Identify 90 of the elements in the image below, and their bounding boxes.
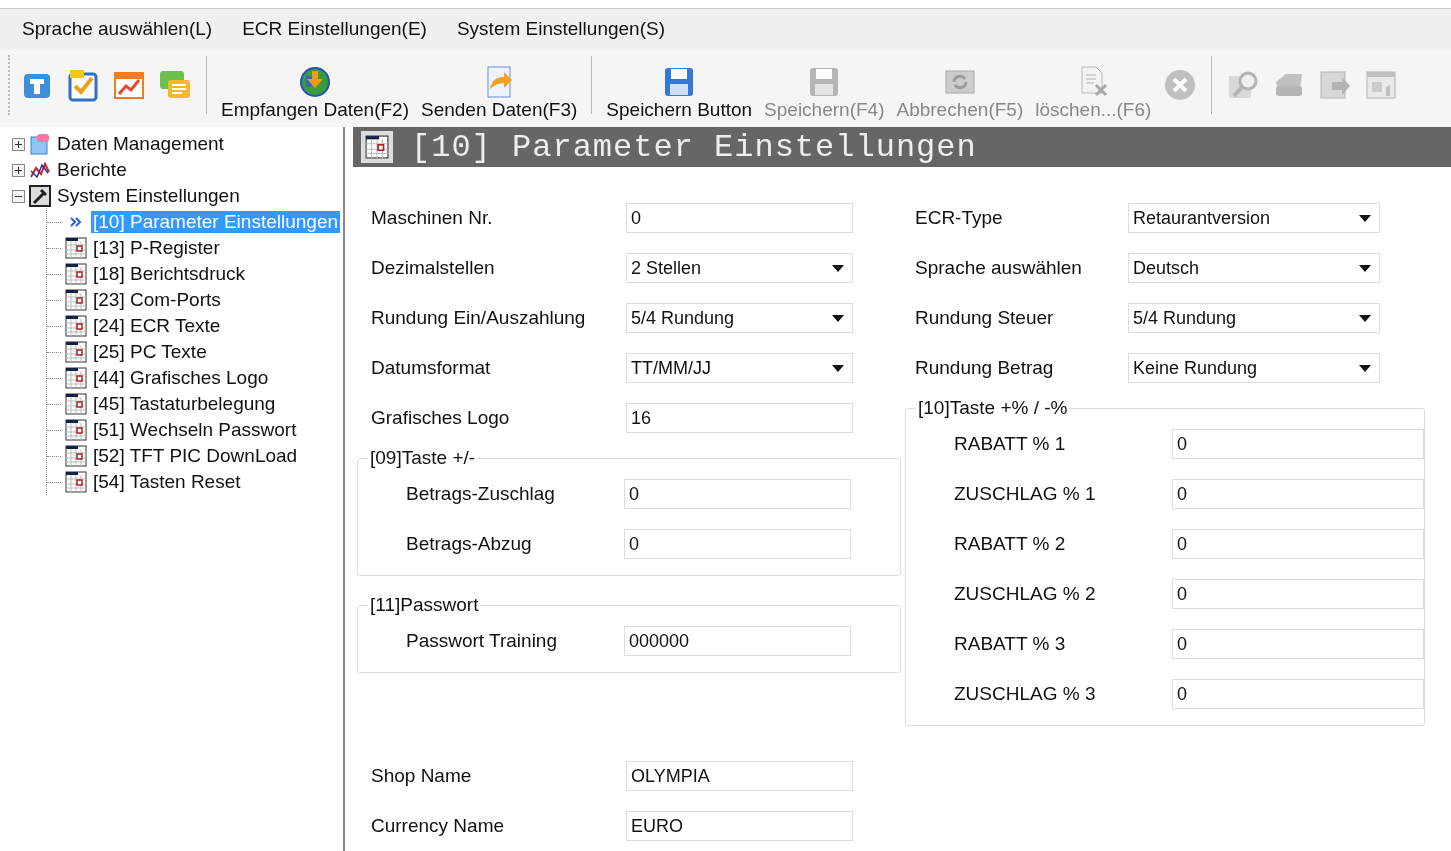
- dropdown[interactable]: 5/4 Rundung: [626, 303, 853, 333]
- caret-icon: [832, 264, 844, 272]
- input-field[interactable]: 000000: [624, 626, 851, 656]
- field-label: Sprache auswählen: [915, 257, 1083, 279]
- toolbar-button[interactable]: Senden Daten(F3): [417, 65, 582, 121]
- input-field[interactable]: EURO: [626, 811, 853, 841]
- group-title: [09]Taste +/-: [369, 447, 477, 469]
- field-label: Rundung Steuer: [915, 307, 1055, 329]
- field-label: Rundung Betrag: [915, 357, 1055, 379]
- tools-icon: [29, 185, 51, 207]
- caret-icon: [1359, 214, 1371, 222]
- toolbar-button[interactable]: Empfangen Daten(F2): [217, 65, 413, 121]
- tree-item[interactable]: [51] Wechseln Passwort: [91, 419, 299, 441]
- checklist-icon: [66, 68, 100, 102]
- group-title: [11]Passwort: [369, 594, 480, 616]
- tree-item[interactable]: System Einstellungen: [55, 185, 242, 207]
- tree-item[interactable]: [54] Tasten Reset: [91, 471, 243, 493]
- form-icon: [65, 393, 87, 415]
- tree-item[interactable]: [25] PC Texte: [91, 341, 209, 363]
- field-label: ZUSCHLAG % 1: [954, 483, 1097, 505]
- group-title: [10]Taste +% / -%: [917, 397, 1069, 419]
- input-field[interactable]: 0: [1172, 529, 1424, 559]
- input-field[interactable]: 0: [1172, 579, 1424, 609]
- tree-item[interactable]: [23] Com-Ports: [91, 289, 223, 311]
- close-circle-icon: [1163, 68, 1198, 102]
- tree-item[interactable]: Berichte: [55, 159, 129, 181]
- field-label: ECR-Type: [915, 207, 1004, 229]
- field-label: Maschinen Nr.: [371, 207, 494, 229]
- globe-download-icon: [298, 65, 332, 99]
- field-label: Betrags-Abzug: [406, 533, 533, 555]
- tree-item[interactable]: [44] Grafisches Logo: [91, 367, 271, 389]
- input-field[interactable]: 0: [1172, 629, 1424, 659]
- dropdown[interactable]: Keine Rundung: [1128, 353, 1380, 383]
- field-label: Passwort Training: [406, 630, 558, 652]
- field-label: Currency Name: [371, 815, 506, 837]
- form-icon: [65, 315, 87, 337]
- expand-icon[interactable]: [12, 137, 25, 151]
- dropdown[interactable]: 2 Stellen: [626, 253, 853, 283]
- field-label: Rundung Ein/Auszahlung: [371, 307, 587, 329]
- caret-icon: [1359, 264, 1371, 272]
- tree-item[interactable]: [13] P-Register: [91, 237, 222, 259]
- input-field[interactable]: 0: [624, 479, 851, 509]
- form-icon: [65, 263, 87, 285]
- tree-item[interactable]: [18] Berichtsdruck: [91, 263, 248, 285]
- input-field[interactable]: 0: [1172, 429, 1424, 459]
- menu-item[interactable]: System Einstellungen(S): [456, 18, 665, 40]
- panel-title: [10] Parameter Einstellungen: [411, 128, 977, 166]
- tree-item[interactable]: [52] TFT PIC DownLoad: [91, 445, 300, 467]
- form-icon: [65, 419, 87, 441]
- notepad-icon: [29, 133, 51, 155]
- form-icon: [65, 471, 87, 493]
- input-field[interactable]: 0: [1172, 479, 1424, 509]
- expand-icon[interactable]: [12, 163, 25, 177]
- tree-item[interactable]: [24] ECR Texte: [91, 315, 223, 337]
- form-icon: [65, 289, 87, 311]
- input-field[interactable]: 0: [626, 203, 853, 233]
- caret-icon: [1359, 314, 1371, 322]
- input-field[interactable]: OLYMPIA: [626, 761, 853, 791]
- collapse-icon[interactable]: [12, 189, 25, 203]
- field-label: Datumsformat: [371, 357, 492, 379]
- field-label: RABATT % 2: [954, 533, 1067, 555]
- form-icon: [65, 237, 87, 259]
- field-label: Dezimalstellen: [371, 257, 496, 279]
- menu-item[interactable]: Sprache auswählen(L): [22, 18, 213, 40]
- tree-item[interactable]: [45] Tastaturbelegung: [91, 393, 278, 415]
- field-label: ZUSCHLAG % 3: [954, 683, 1097, 705]
- dropdown[interactable]: Deutsch: [1128, 253, 1380, 283]
- field-label: RABATT % 3: [954, 633, 1067, 655]
- field-label: Grafisches Logo: [371, 407, 511, 429]
- dropdown[interactable]: 5/4 Rundung: [1128, 303, 1380, 333]
- dropdown[interactable]: TT/MM/JJ: [626, 353, 853, 383]
- caret-icon: [832, 364, 844, 372]
- form-icon: [65, 445, 87, 467]
- input-field[interactable]: 16: [626, 403, 853, 433]
- input-field[interactable]: 0: [624, 529, 851, 559]
- field-label: Betrags-Zuschlag: [406, 483, 556, 505]
- caret-icon: [832, 314, 844, 322]
- form-icon: [65, 367, 87, 389]
- form-icon: [361, 131, 393, 163]
- form-icon: [65, 341, 87, 363]
- menu-item[interactable]: ECR Einstellungen(E): [242, 18, 427, 40]
- field-label: ZUSCHLAG % 2: [954, 583, 1097, 605]
- dropdown[interactable]: Retaurantversion: [1128, 203, 1380, 233]
- caret-icon: [1359, 364, 1371, 372]
- tree-item[interactable]: Daten Management: [55, 133, 226, 155]
- field-label: RABATT % 1: [954, 433, 1067, 455]
- export-icon: [1318, 68, 1353, 102]
- field-label: Shop Name: [371, 765, 473, 787]
- toolbar-button[interactable]: Speichern Button: [602, 65, 757, 121]
- input-field[interactable]: 0: [1172, 679, 1424, 709]
